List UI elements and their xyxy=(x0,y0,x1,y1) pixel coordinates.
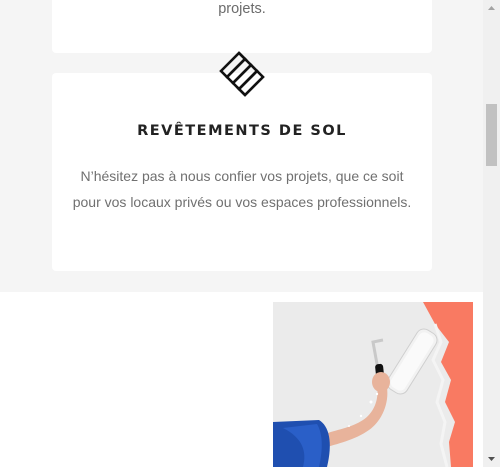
scrollbar-thumb[interactable] xyxy=(486,104,497,166)
paint-roller-wall-photo xyxy=(273,302,473,467)
service-card-description: N’hésitez pas à nous confier vos projets… xyxy=(72,168,412,210)
service-card-previous-text: projets. xyxy=(218,1,266,17)
service-card-previous: projets. xyxy=(52,0,432,53)
vertical-scrollbar[interactable] xyxy=(483,0,500,467)
scroll-up-arrow-icon[interactable] xyxy=(483,0,500,16)
parquet-floor-icon xyxy=(219,51,265,97)
page: projets. REVÊTEMENTS DE SOL N’hésitez pa… xyxy=(0,0,483,467)
scroll-down-arrow-icon[interactable] xyxy=(483,451,500,467)
service-card-title: REVÊTEMENTS DE SOL xyxy=(137,123,347,139)
service-card-revetements: REVÊTEMENTS DE SOL N’hésitez pas à nous … xyxy=(52,73,432,271)
